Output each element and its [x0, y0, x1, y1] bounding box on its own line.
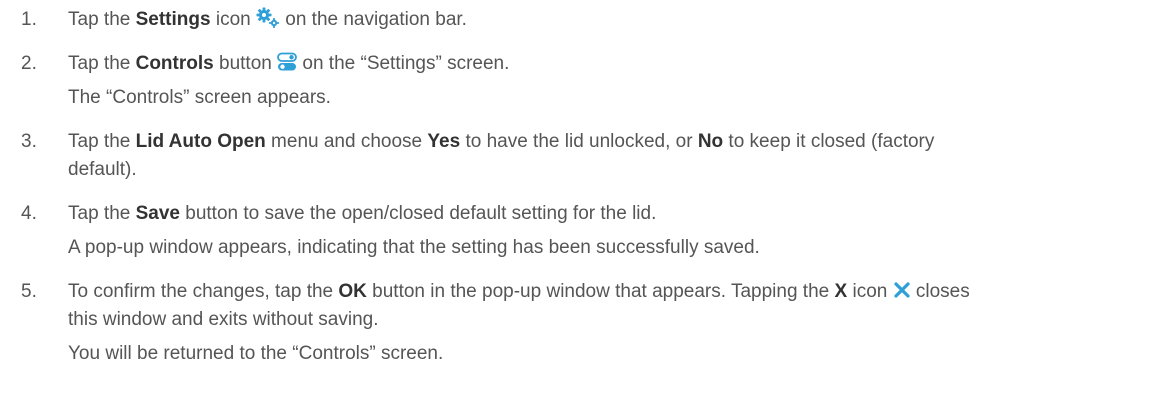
step-number: 3.	[21, 131, 37, 152]
settings-label: Settings	[135, 9, 211, 30]
step-continuation: default).	[68, 159, 137, 180]
ok-label: OK	[338, 281, 367, 302]
close-x-icon	[893, 281, 911, 299]
step-text: Tap the Lid Auto Open menu and choose Ye…	[68, 128, 1148, 184]
toggles-icon	[277, 52, 298, 72]
no-label: No	[697, 131, 724, 152]
step-text: Tap the Save button to save the open/clo…	[68, 200, 1148, 262]
instruction-list: 1. Tap the Settings icon on the navigati…	[0, 0, 1160, 405]
step-result: A pop-up window appears, indicating that…	[68, 237, 760, 258]
step-result: You will be returned to the “Controls” s…	[68, 343, 444, 364]
x-label: X	[834, 281, 848, 302]
step-continuation: this window and exits without saving.	[68, 309, 379, 330]
step-result: The “Controls” screen appears.	[68, 87, 331, 108]
step-number: 5.	[21, 281, 37, 302]
step-number: 4.	[21, 203, 37, 224]
controls-label: Controls	[135, 53, 214, 74]
gears-icon	[256, 7, 280, 29]
step-text: Tap the Controls button on the “Settings…	[68, 50, 1148, 112]
step-text: To confirm the changes, tap the OK butto…	[68, 278, 1148, 368]
save-label: Save	[135, 203, 180, 224]
step-number: 2.	[21, 53, 37, 74]
lid-auto-open-label: Lid Auto Open	[135, 131, 266, 152]
yes-label: Yes	[427, 131, 461, 152]
step-text: Tap the Settings icon on the navigation …	[68, 6, 1148, 34]
step-number: 1.	[21, 9, 37, 30]
